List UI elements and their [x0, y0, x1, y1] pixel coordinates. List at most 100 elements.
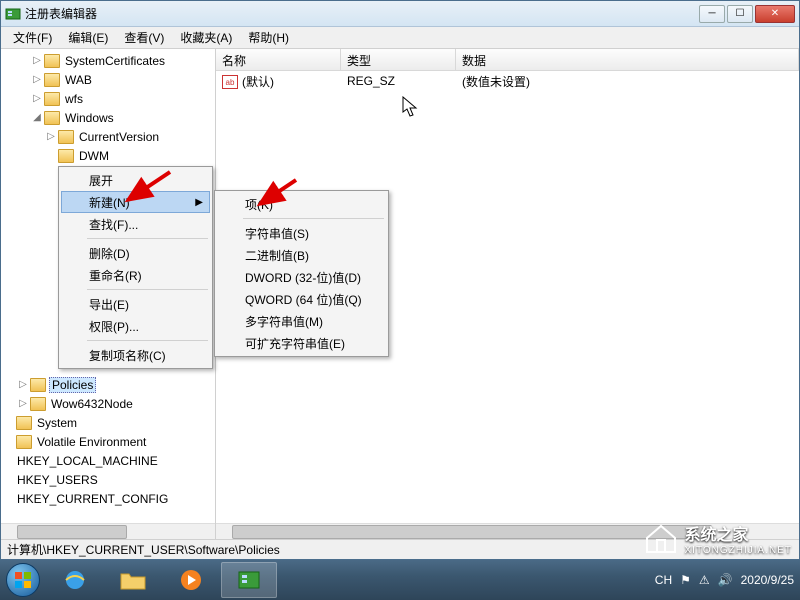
menu-item[interactable]: 展开 [61, 169, 210, 191]
folder-icon [44, 111, 60, 125]
tree-item[interactable]: DWM [3, 146, 215, 165]
folder-icon [58, 149, 74, 163]
menu-favorites[interactable]: 收藏夹(A) [172, 27, 240, 48]
menu-item-label: 导出(E) [89, 296, 129, 313]
menu-separator [87, 289, 208, 290]
watermark: 系统之家 XITONGZHIJIA.NET [643, 520, 793, 556]
status-path: 计算机\HKEY_CURRENT_USER\Software\Policies [7, 541, 280, 558]
col-type[interactable]: 类型 [341, 49, 456, 70]
folder-icon [30, 397, 46, 411]
maximize-button[interactable]: ☐ [727, 5, 753, 23]
tree-item-label: SystemCertificates [63, 54, 167, 68]
tray-ime[interactable]: CH [655, 573, 672, 587]
tree-item-label: Wow6432Node [49, 397, 135, 411]
menu-item-label: 展开 [89, 172, 113, 189]
menu-item[interactable]: 权限(P)... [61, 315, 210, 337]
start-button[interactable] [0, 560, 46, 600]
menu-item[interactable]: 二进制值(B) [217, 244, 386, 266]
folder-icon [30, 378, 46, 392]
menu-item[interactable]: 新建(N)▶ [61, 191, 210, 213]
tree-item-label: wfs [63, 92, 85, 106]
system-tray[interactable]: CH ⚑ ⚠ 🔊 2020/9/25 [649, 573, 800, 587]
tree-item[interactable]: ▷WAB [3, 70, 215, 89]
expand-icon[interactable]: ▷ [17, 379, 29, 390]
tree-item-label: Windows [63, 111, 116, 125]
menu-item[interactable]: DWORD (32-位)值(D) [217, 266, 386, 288]
menu-separator [87, 340, 208, 341]
menu-view[interactable]: 查看(V) [116, 27, 172, 48]
menu-file[interactable]: 文件(F) [5, 27, 60, 48]
tree-item[interactable]: HKEY_USERS [3, 470, 215, 489]
menu-item[interactable]: 删除(D) [61, 242, 210, 264]
context-menu[interactable]: 展开新建(N)▶查找(F)... 删除(D) 重命名(R) 导出(E) 权限(P)...… [58, 166, 213, 369]
window-title: 注册表编辑器 [25, 5, 697, 22]
taskbar[interactable]: CH ⚑ ⚠ 🔊 2020/9/25 [0, 560, 800, 600]
taskbar-regedit[interactable] [221, 562, 277, 598]
tray-network-icon[interactable]: ⚠ [699, 573, 710, 587]
tree-item[interactable]: ▷ Wow6432Node [3, 394, 215, 413]
menu-item[interactable]: QWORD (64 位)值(Q) [217, 288, 386, 310]
regedit-taskbar-icon [235, 568, 263, 592]
list-header[interactable]: 名称 类型 数据 [216, 49, 799, 71]
menu-edit[interactable]: 编辑(E) [60, 27, 116, 48]
menu-item[interactable]: 查找(F)... [61, 213, 210, 235]
menubar: 文件(F) 编辑(E) 查看(V) 收藏夹(A) 帮助(H) [1, 27, 799, 49]
menu-item[interactable]: 字符串值(S) [217, 222, 386, 244]
tree-item-label: Volatile Environment [35, 435, 148, 449]
menu-help[interactable]: 帮助(H) [240, 27, 297, 48]
submenu-arrow-icon: ▶ [195, 197, 203, 208]
value-type: REG_SZ [341, 74, 456, 88]
context-submenu-new[interactable]: 项(K) 字符串值(S)二进制值(B)DWORD (32-位)值(D)QWORD … [214, 190, 389, 357]
col-name[interactable]: 名称 [216, 49, 341, 70]
menu-item-label: 可扩充字符串值(E) [245, 335, 345, 352]
tree-item-label: System [35, 416, 79, 430]
menu-item[interactable]: 项(K) [217, 193, 386, 215]
expand-icon[interactable]: ▷ [17, 398, 29, 409]
expand-icon[interactable]: ▷ [31, 93, 43, 104]
titlebar[interactable]: 注册表编辑器 ─ ☐ ✕ [1, 1, 799, 27]
folder-icon [16, 416, 32, 430]
expand-icon[interactable]: ▷ [31, 74, 43, 85]
menu-item[interactable]: 可扩充字符串值(E) [217, 332, 386, 354]
col-data[interactable]: 数据 [456, 49, 799, 70]
tree-item[interactable]: ▷ Policies [3, 375, 215, 394]
menu-separator [87, 238, 208, 239]
menu-item-label: 重命名(R) [89, 267, 142, 284]
folder-icon [16, 435, 32, 449]
tree-item[interactable]: System [3, 413, 215, 432]
folder-icon [58, 130, 74, 144]
tree-item[interactable]: Volatile Environment [3, 432, 215, 451]
menu-item[interactable]: 复制项名称(C) [61, 344, 210, 366]
menu-item[interactable]: 导出(E) [61, 293, 210, 315]
menu-item[interactable]: 重命名(R) [61, 264, 210, 286]
regedit-icon [5, 6, 21, 22]
watermark-title: 系统之家 [685, 521, 793, 545]
tree-item[interactable]: HKEY_LOCAL_MACHINE [3, 451, 215, 470]
tree-item-label: Policies [49, 377, 96, 393]
watermark-url: XITONGZHIJIA.NET [685, 545, 793, 556]
folder-icon [119, 568, 147, 592]
menu-item-label: 权限(P)... [89, 318, 139, 335]
tray-flag-icon[interactable]: ⚑ [680, 573, 691, 587]
tree-item[interactable]: ▷CurrentVersion [3, 127, 215, 146]
menu-item-label: 复制项名称(C) [89, 347, 166, 364]
tree-item[interactable]: ◢ Windows [3, 108, 215, 127]
tree-hscrollbar[interactable] [1, 523, 215, 539]
menu-item[interactable]: 多字符串值(M) [217, 310, 386, 332]
tree-item[interactable]: ▷ SystemCertificates [3, 51, 215, 70]
expand-icon[interactable]: ▷ [45, 131, 57, 142]
tree-item[interactable]: HKEY_CURRENT_CONFIG [3, 489, 215, 508]
minimize-button[interactable]: ─ [699, 5, 725, 23]
list-row[interactable]: ab(默认)REG_SZ(数值未设置) [216, 71, 799, 91]
tray-volume-icon[interactable]: 🔊 [718, 573, 733, 587]
taskbar-explorer[interactable] [105, 562, 161, 598]
taskbar-ie[interactable] [47, 562, 103, 598]
tree-item-label: HKEY_LOCAL_MACHINE [15, 454, 160, 468]
close-button[interactable]: ✕ [755, 5, 795, 23]
tree-item[interactable]: ▷ wfs [3, 89, 215, 108]
expand-icon[interactable]: ▷ [31, 55, 43, 66]
folder-icon [44, 73, 60, 87]
expand-icon[interactable]: ◢ [31, 112, 43, 123]
tray-clock[interactable]: 2020/9/25 [741, 573, 794, 587]
taskbar-wmp[interactable] [163, 562, 219, 598]
